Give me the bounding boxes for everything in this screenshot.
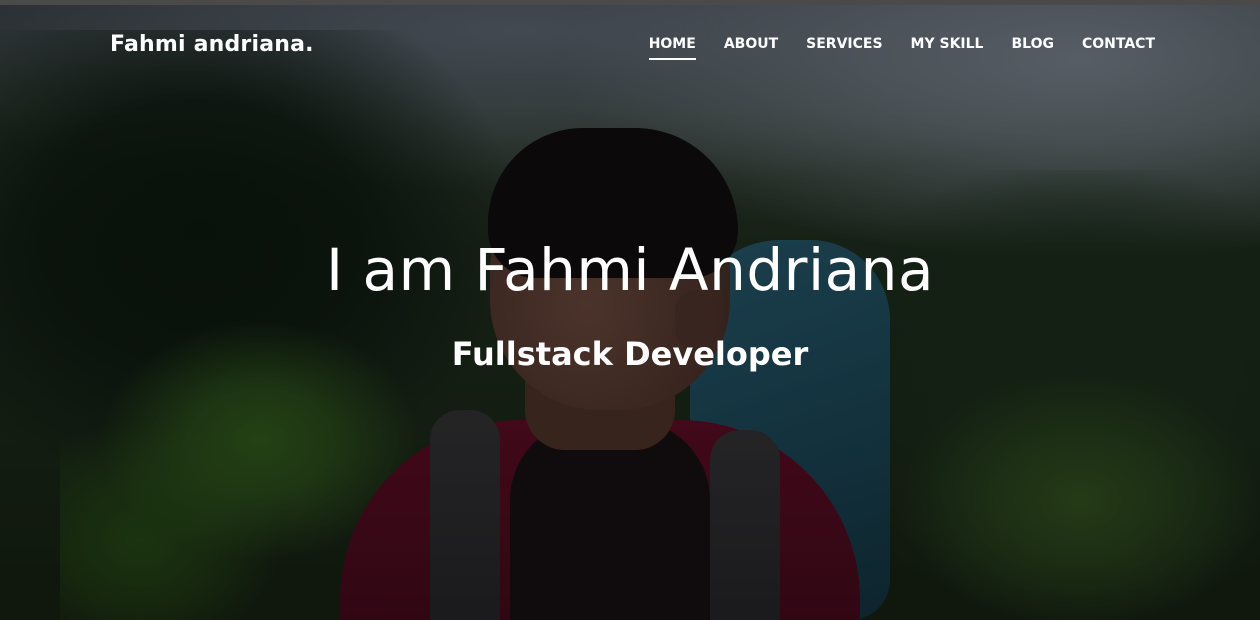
brand-logo-link[interactable]: Fahmi andriana. (110, 32, 314, 57)
nav-item-services[interactable]: SERVICES (806, 36, 882, 60)
browser-top-edge (0, 0, 1260, 5)
hero-subtitle: Fullstack Developer (451, 335, 809, 373)
nav-item-contact[interactable]: CONTACT (1082, 36, 1155, 60)
nav-item-my-skill[interactable]: MY SKILL (911, 36, 984, 60)
nav-item-home[interactable]: HOME (648, 36, 696, 60)
nav-item-blog[interactable]: BLOG (1011, 36, 1054, 60)
nav-item-about[interactable]: ABOUT (724, 36, 778, 60)
main-navigation: HOME ABOUT SERVICES MY SKILL BLOG CONTAC… (648, 36, 1155, 60)
hero-text-block: I am Fahmi Andriana Fullstack Developer (0, 232, 1260, 374)
hero-title: I am Fahmi Andriana (326, 236, 934, 304)
hero-section: Fahmi andriana. HOME ABOUT SERVICES MY S… (0, 0, 1260, 620)
